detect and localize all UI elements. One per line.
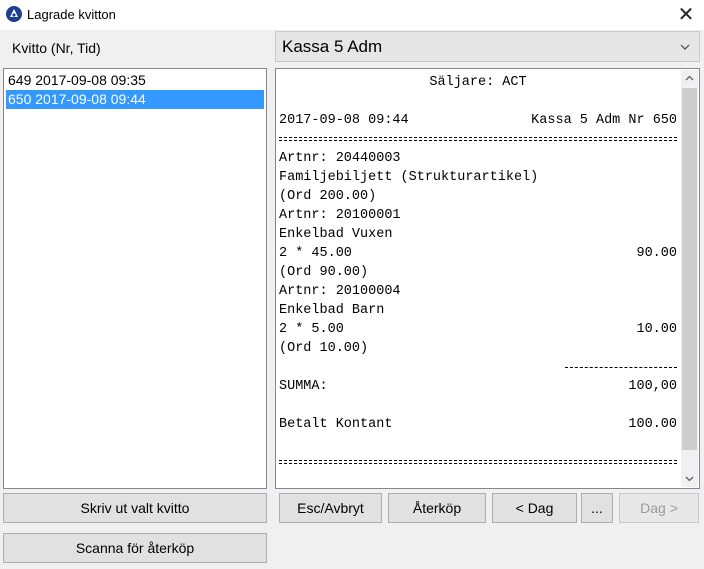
- receipt-line: 2 * 5.00: [279, 322, 344, 337]
- print-selected-button[interactable]: Skriv ut valt kvitto: [3, 493, 267, 523]
- chevron-down-icon: [680, 44, 690, 50]
- close-icon[interactable]: ✕: [672, 2, 700, 28]
- list-item-selected[interactable]: 650 2017-09-08 09:44: [6, 90, 264, 109]
- title-bar: Lagrade kvitton ✕: [0, 0, 704, 30]
- receipt-line: Enkelbad Barn: [279, 303, 385, 318]
- receipt-sum-value: 100,00: [628, 379, 677, 394]
- window-title: Lagrade kvitton: [27, 7, 116, 22]
- receipt-line: 2 * 45.00: [279, 246, 352, 261]
- receipt-line: Artnr: 20440003: [279, 151, 401, 166]
- receipt-separator: [279, 130, 677, 149]
- next-day-button: Dag >: [619, 493, 699, 523]
- scan-for-return-button[interactable]: Scanna för återköp: [3, 533, 267, 563]
- receipt-line: Familjebiljett (Strukturartikel): [279, 170, 539, 185]
- receipt-line: Artnr: 20100001: [279, 208, 401, 223]
- register-select[interactable]: Kassa 5 Adm: [275, 31, 700, 62]
- cancel-button[interactable]: Esc/Avbryt: [279, 493, 382, 523]
- receipt-sum-label: SUMMA:: [279, 379, 328, 394]
- receipt-line: (Ord 90.00): [279, 265, 369, 280]
- app-logo-icon: [6, 6, 22, 22]
- receipt-scrollbar[interactable]: [681, 70, 698, 487]
- receipt-datetime: 2017-09-08 09:44: [279, 113, 409, 128]
- receipt-line-amount: 90.00: [636, 246, 677, 261]
- receipt-paid-value: 100.00: [628, 417, 677, 432]
- receipt-line: Enkelbad Vuxen: [279, 227, 393, 242]
- scroll-up-icon[interactable]: [681, 70, 698, 87]
- receipt-register: Kassa 5 Adm Nr 650: [531, 113, 677, 128]
- receipt-subtotal-rule: [279, 358, 677, 377]
- scroll-down-icon[interactable]: [681, 470, 698, 487]
- list-item[interactable]: 649 2017-09-08 09:35: [6, 71, 264, 90]
- receipt-separator: [279, 453, 677, 472]
- receipt-line: Artnr: 20100004: [279, 284, 401, 299]
- more-button[interactable]: ...: [581, 493, 613, 523]
- receipt-seller: Säljare: ACT: [429, 75, 527, 90]
- receipt-line-amount: 10.00: [636, 322, 677, 337]
- receipt-paid-label: Betalt Kontant: [279, 417, 393, 432]
- receipt-list[interactable]: 649 2017-09-08 09:35 650 2017-09-08 09:4…: [3, 68, 267, 489]
- receipt-view[interactable]: Säljare: ACT 2017-09-08 09:44 Kassa 5 Adm…: [275, 68, 700, 489]
- scrollbar-thumb[interactable]: [682, 88, 697, 450]
- receipt-text: Säljare: ACT 2017-09-08 09:44 Kassa 5 Adm…: [279, 73, 677, 472]
- receipt-line: (Ord 10.00): [279, 341, 369, 356]
- receipt-line: (Ord 200.00): [279, 189, 377, 204]
- previous-day-button[interactable]: < Dag: [492, 493, 577, 523]
- return-purchase-button[interactable]: Återköp: [388, 493, 486, 523]
- register-select-value: Kassa 5 Adm: [282, 37, 383, 56]
- receipt-list-header: Kvitto (Nr, Tid): [12, 40, 101, 56]
